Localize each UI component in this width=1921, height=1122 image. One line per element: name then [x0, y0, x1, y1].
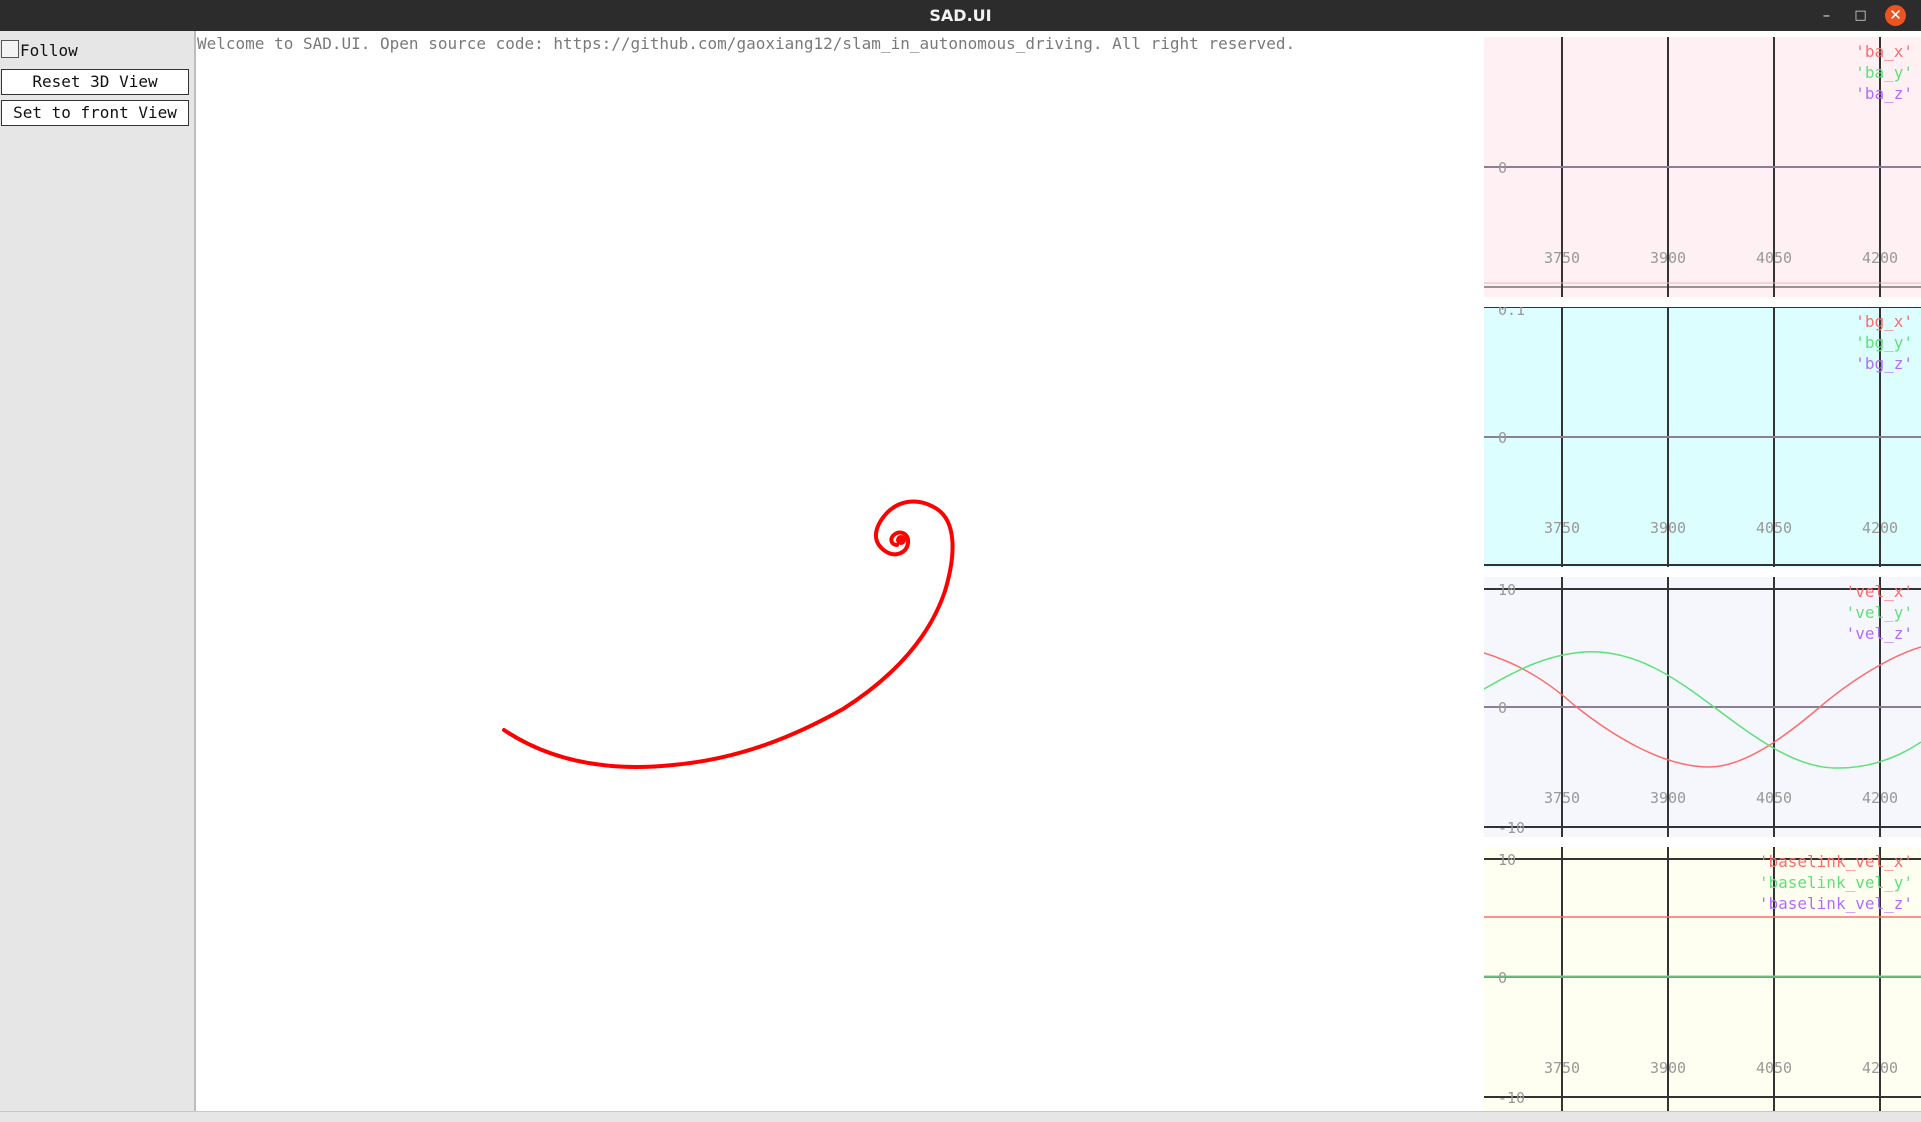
- plot-bg-xtick: 3750: [1544, 519, 1580, 537]
- plot-baselink-xtick: 3900: [1650, 1059, 1686, 1077]
- plot-vel-ylabel: -10: [1498, 819, 1525, 837]
- plot-bg-xtick: 3900: [1650, 519, 1686, 537]
- plot-vel-xtick: 3900: [1650, 789, 1686, 807]
- plot-bg-ylabel: 0.1: [1498, 307, 1525, 319]
- legend-baselink-x: 'baselink_vel_x': [1758, 852, 1913, 871]
- legend-bg-y: 'bg_y': [1855, 333, 1913, 352]
- maximize-button[interactable]: □: [1850, 5, 1871, 26]
- plot-vel: 10 0 -10 3750 3900 4050 4200 'vel_x' 've…: [1484, 577, 1921, 837]
- window-title: SAD.UI: [929, 6, 992, 25]
- plot-baselink-ylabel: 0: [1498, 969, 1507, 987]
- plot-vel-xtick: 4200: [1862, 789, 1898, 807]
- plot-ba-xtick: 4200: [1862, 249, 1898, 267]
- plot-bg: 0.1 0 3750 3900 4050 4200 'bg_x' 'bg_y' …: [1484, 307, 1921, 567]
- plot-vel-legend: 'vel_x' 'vel_y' 'vel_z': [1846, 581, 1913, 644]
- legend-bg-z: 'bg_z': [1855, 354, 1913, 373]
- set-front-view-button[interactable]: Set to front View: [1, 100, 189, 126]
- plot-ba-legend: 'ba_x' 'ba_y' 'ba_z': [1855, 41, 1913, 104]
- plot-vel-ylabel: 0: [1498, 699, 1507, 717]
- plot-baselink-ylabel: 10: [1498, 851, 1516, 869]
- plot-baselink-xtick: 3750: [1544, 1059, 1580, 1077]
- legend-vel-y: 'vel_y': [1845, 603, 1913, 622]
- legend-ba-z: 'ba_z': [1855, 84, 1913, 103]
- legend-ba-x: 'ba_x': [1855, 42, 1913, 61]
- follow-label[interactable]: Follow: [20, 41, 78, 60]
- legend-baselink-y: 'baselink_vel_y': [1758, 873, 1913, 892]
- minimize-button[interactable]: –: [1816, 5, 1837, 26]
- legend-baselink-z: 'baselink_vel_z': [1758, 894, 1913, 913]
- plot-baselink-xtick: 4200: [1862, 1059, 1898, 1077]
- plot-vel-xtick: 3750: [1544, 789, 1580, 807]
- title-bar: SAD.UI – □ ✕: [0, 0, 1921, 31]
- follow-checkbox[interactable]: [1, 40, 19, 58]
- control-panel: Follow Reset 3D View Set to front View: [0, 31, 196, 1111]
- close-button[interactable]: ✕: [1885, 5, 1906, 26]
- plot-bg-xtick: 4050: [1756, 519, 1792, 537]
- plot-ba-xtick: 3750: [1544, 249, 1580, 267]
- plot-ba-xtick: 3900: [1650, 249, 1686, 267]
- trajectory-path: [502, 499, 955, 769]
- legend-vel-z: 'vel_z': [1845, 624, 1913, 643]
- plot-ba-ylabel: 0: [1498, 159, 1507, 177]
- plot-baselink-xtick: 4050: [1756, 1059, 1792, 1077]
- plot-ba-xtick: 4050: [1756, 249, 1792, 267]
- trajectory-plot: [502, 499, 955, 769]
- plot-baselink-legend: 'baselink_vel_x' 'baselink_vel_y' 'basel…: [1759, 851, 1913, 914]
- legend-ba-y: 'ba_y': [1855, 63, 1913, 82]
- plot-bg-ylabel: 0: [1498, 429, 1507, 447]
- plot-vel-ylabel: 10: [1498, 581, 1516, 599]
- plot-bg-legend: 'bg_x' 'bg_y' 'bg_z': [1855, 311, 1913, 374]
- plot-vel-xtick: 4050: [1756, 789, 1792, 807]
- plot-ba: 0 3750 3900 4050 4200 'ba_x' 'ba_y' 'ba_…: [1484, 37, 1921, 297]
- plot-bg-xtick: 4200: [1862, 519, 1898, 537]
- legend-bg-x: 'bg_x': [1855, 312, 1913, 331]
- trajectory-current-position: [896, 535, 906, 545]
- status-strip: [0, 1111, 1921, 1122]
- plot-panel: 0 3750 3900 4050 4200 'ba_x' 'ba_y' 'ba_…: [1484, 31, 1921, 1111]
- plot-baselink: 10 0 -10 3750 3900 4050 4200 'baselink_v…: [1484, 847, 1921, 1111]
- reset-3d-view-button[interactable]: Reset 3D View: [1, 69, 189, 95]
- plot-baselink-ylabel: -10: [1498, 1089, 1525, 1107]
- legend-vel-x: 'vel_x': [1845, 582, 1913, 601]
